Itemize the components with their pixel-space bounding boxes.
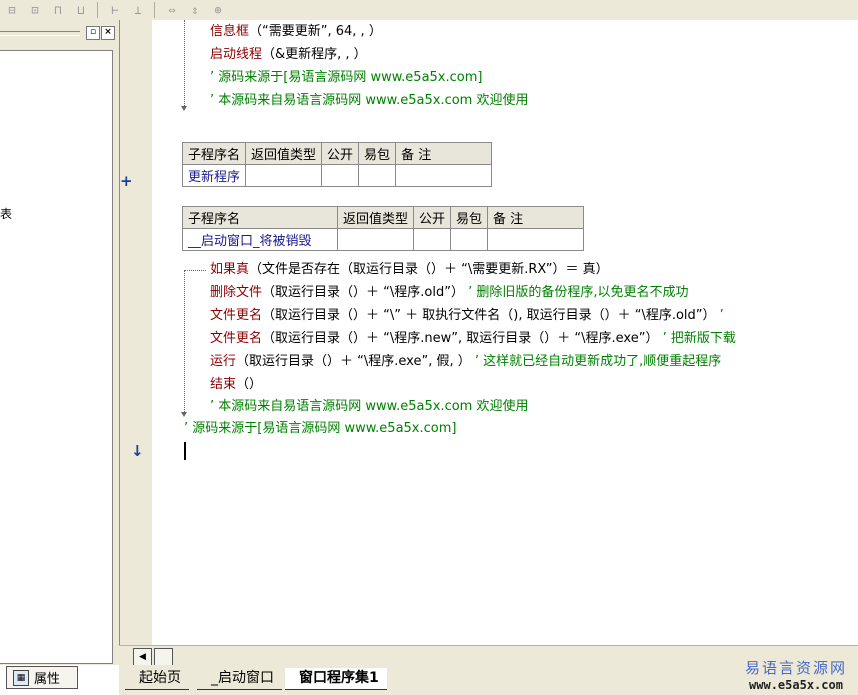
properties-tab-label: 属性 <box>34 672 61 687</box>
code-line[interactable]: 运行（取运行目录（）＋ “\程序.exe”, 假, ） ’ 这样就已经自动更新成… <box>210 353 721 371</box>
comment-line[interactable]: ’ 本源码来自易语言源码网 www.e5a5x.com 欢迎使用 <box>210 398 528 416</box>
tab-label: 起始页 <box>139 670 181 686</box>
current-line-arrow-icon: ↓ <box>131 442 144 460</box>
col-header: 返回值类型 <box>245 142 323 165</box>
code-line[interactable]: 如果真（文件是否存在（取运行目录（）＋ “\需要更新.RX”）＝ 真） <box>210 261 609 279</box>
panel-header: ▫ × <box>0 24 117 40</box>
block-end-arrow-icon <box>181 106 187 111</box>
close-icon[interactable]: × <box>101 26 115 40</box>
code-line[interactable]: 结束（） <box>210 376 262 394</box>
align-center-icon[interactable]: ⊡ <box>24 1 46 19</box>
col-header: 备 注 <box>487 206 585 229</box>
stretch-vertical-icon[interactable]: ⇕ <box>184 1 206 19</box>
comment-line[interactable]: ’ 源码来源于[易语言源码网 www.e5a5x.com] <box>184 420 456 438</box>
col-header: 公开 <box>321 142 360 165</box>
alignment-toolbar: ⊟ ⊡ ⊓ ⊔ ⊢ ⊥ ⇔ ⇕ ⊕ <box>0 0 858 21</box>
public-cell[interactable] <box>413 228 452 251</box>
subroutine-name[interactable]: 更新程序 <box>181 164 247 187</box>
subroutine-name[interactable]: __启动窗口_将被销毁 <box>182 228 338 251</box>
align-bottom-icon[interactable]: ⊔ <box>70 1 92 19</box>
tab-start-page[interactable]: 起始页 <box>125 668 189 690</box>
align-top-icon[interactable]: ⊓ <box>47 1 69 19</box>
col-header: 公开 <box>413 206 452 229</box>
code-line[interactable]: 启动线程（&更新程序, , ） <box>210 46 367 64</box>
tab-label: _启动窗口 <box>211 670 274 686</box>
code-line[interactable]: 文件更名（取运行目录（）＋ “\程序.new”, 取运行目录（）＋ “\程序.e… <box>210 330 736 348</box>
pkg-cell[interactable] <box>450 228 489 251</box>
code-editor[interactable]: 信息框（“需要更新”, 64, , ） 启动线程（&更新程序, , ） ’ 源码… <box>152 20 858 645</box>
height-equal-icon[interactable]: ⊥ <box>127 1 149 19</box>
center-icon[interactable]: ⊕ <box>207 1 229 19</box>
tab-startup-window[interactable]: _启动窗口 <box>197 668 282 690</box>
code-line[interactable]: 文件更名（取运行目录（）＋ “\” ＋ 取执行文件名（), 取运行目录（）＋ “… <box>210 307 724 325</box>
block-end-arrow-icon <box>181 412 187 417</box>
toolbar-separator <box>97 2 98 18</box>
subroutine-table: 子程序名 返回值类型 公开 易包 备 注 更新程序 <box>181 142 493 187</box>
text-cursor <box>184 442 186 460</box>
comment-line[interactable]: ’ 本源码来自易语言源码网 www.e5a5x.com 欢迎使用 <box>210 92 528 110</box>
note-cell[interactable] <box>487 228 585 251</box>
logo-text: 易语言资源网 <box>744 659 847 677</box>
col-header: 备 注 <box>395 142 493 165</box>
tab-label: 窗口程序集1 <box>299 670 379 686</box>
site-logo: 易语言资源网 www.e5a5x.com <box>740 657 852 692</box>
properties-tab[interactable]: ▦ 属性 <box>6 666 78 689</box>
col-header: 易包 <box>358 142 397 165</box>
maximize-icon[interactable]: ▫ <box>86 26 100 40</box>
expand-plus-icon[interactable]: + <box>120 172 133 190</box>
col-header: 子程序名 <box>181 142 247 165</box>
width-equal-icon[interactable]: ⊢ <box>104 1 126 19</box>
logo-url: www.e5a5x.com <box>749 678 843 692</box>
code-line[interactable]: 信息框（“需要更新”, 64, , ） <box>210 23 382 41</box>
note-cell[interactable] <box>395 164 493 187</box>
panel-grip[interactable] <box>0 31 80 36</box>
toolbar-separator <box>154 2 155 18</box>
partial-text: 表 <box>0 207 13 221</box>
subroutine-table: 子程序名 返回值类型 公开 易包 备 注 __启动窗口_将被销毁 <box>182 206 585 251</box>
properties-icon: ▦ <box>13 669 29 686</box>
public-cell[interactable] <box>321 164 360 187</box>
panel-content: 表 <box>0 50 113 664</box>
block-guide <box>184 270 185 412</box>
stretch-horizontal-icon[interactable]: ⇔ <box>161 1 183 19</box>
scroll-right-button[interactable] <box>154 648 173 666</box>
code-gutter: + ↓ <box>119 20 153 645</box>
left-panel: ▫ × 表 <box>0 20 119 665</box>
tab-window-module[interactable]: 窗口程序集1 <box>285 668 387 690</box>
code-line[interactable]: 删除文件（取运行目录（）＋ “\程序.old”） ’ 删除旧版的备份程序,以免更… <box>210 284 689 302</box>
col-header: 易包 <box>450 206 489 229</box>
return-type-cell[interactable] <box>336 228 415 251</box>
block-guide <box>184 270 206 271</box>
col-header: 子程序名 <box>182 206 338 229</box>
return-type-cell[interactable] <box>245 164 323 187</box>
pkg-cell[interactable] <box>358 164 397 187</box>
comment-line[interactable]: ’ 源码来源于[易语言源码网 www.e5a5x.com] <box>210 69 482 87</box>
block-guide <box>184 20 185 106</box>
align-left-icon[interactable]: ⊟ <box>1 1 23 19</box>
scroll-left-icon[interactable]: ◀ <box>133 648 152 666</box>
col-header: 返回值类型 <box>336 206 415 229</box>
